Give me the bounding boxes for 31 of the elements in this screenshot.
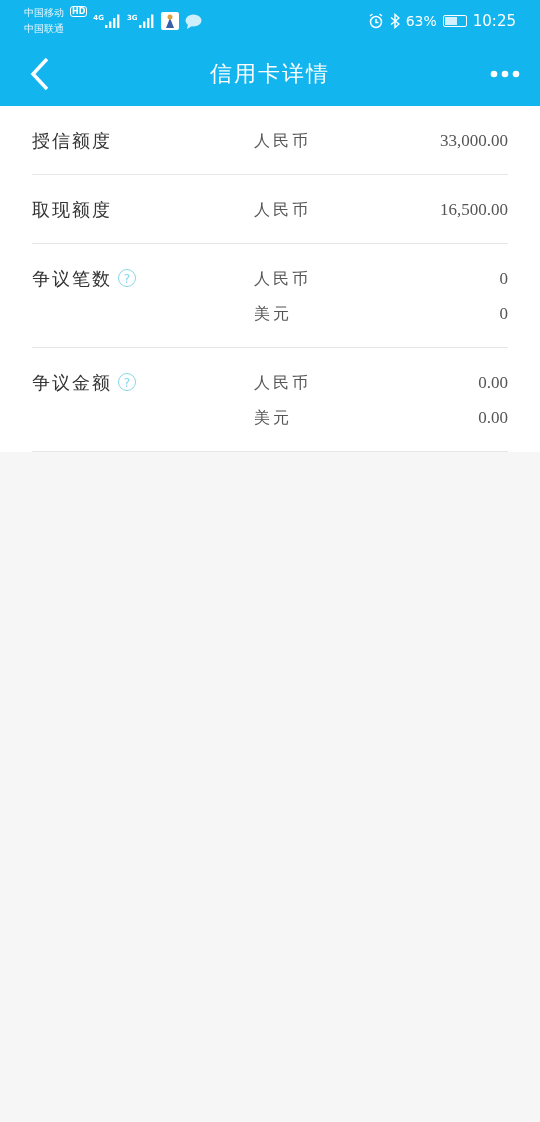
amount-value: 0.00 xyxy=(478,372,508,394)
carrier-name: 中国联通 xyxy=(24,22,64,36)
battery-percentage: 63% xyxy=(405,13,437,29)
more-icon[interactable] xyxy=(490,70,520,78)
amount-value: 16,500.00 xyxy=(440,199,508,221)
currency-label: 人民币 xyxy=(254,268,311,290)
app-icon xyxy=(160,12,179,30)
amount-value: 0.00 xyxy=(478,407,508,429)
row-label: 取现额度 xyxy=(32,198,112,222)
currency-label: 人民币 xyxy=(254,199,311,221)
alarm-icon xyxy=(367,13,384,29)
row-label: 争议金额 xyxy=(32,371,112,395)
currency-label: 美元 xyxy=(254,303,292,325)
currency-label: 美元 xyxy=(254,407,292,429)
hd-badge: HD xyxy=(70,6,88,17)
page-title: 信用卡详情 xyxy=(209,60,331,88)
signal-icon xyxy=(104,14,121,28)
row-label: 争议笔数 xyxy=(32,267,112,291)
chat-bubble-icon xyxy=(184,13,202,29)
row-label: 授信额度 xyxy=(32,129,112,153)
battery-icon xyxy=(442,15,467,27)
amount-value: 33,000.00 xyxy=(440,130,508,152)
bluetooth-icon xyxy=(389,13,400,29)
clock-time: 10:25 xyxy=(472,12,516,30)
amount-value: 0 xyxy=(499,303,508,325)
currency-label: 人民币 xyxy=(254,372,311,394)
currency-label: 人民币 xyxy=(254,130,311,152)
amount-value: 0 xyxy=(499,268,508,290)
carrier-name: 中国移动 xyxy=(24,6,64,20)
signal-icon xyxy=(138,14,155,28)
back-icon[interactable] xyxy=(30,57,50,91)
